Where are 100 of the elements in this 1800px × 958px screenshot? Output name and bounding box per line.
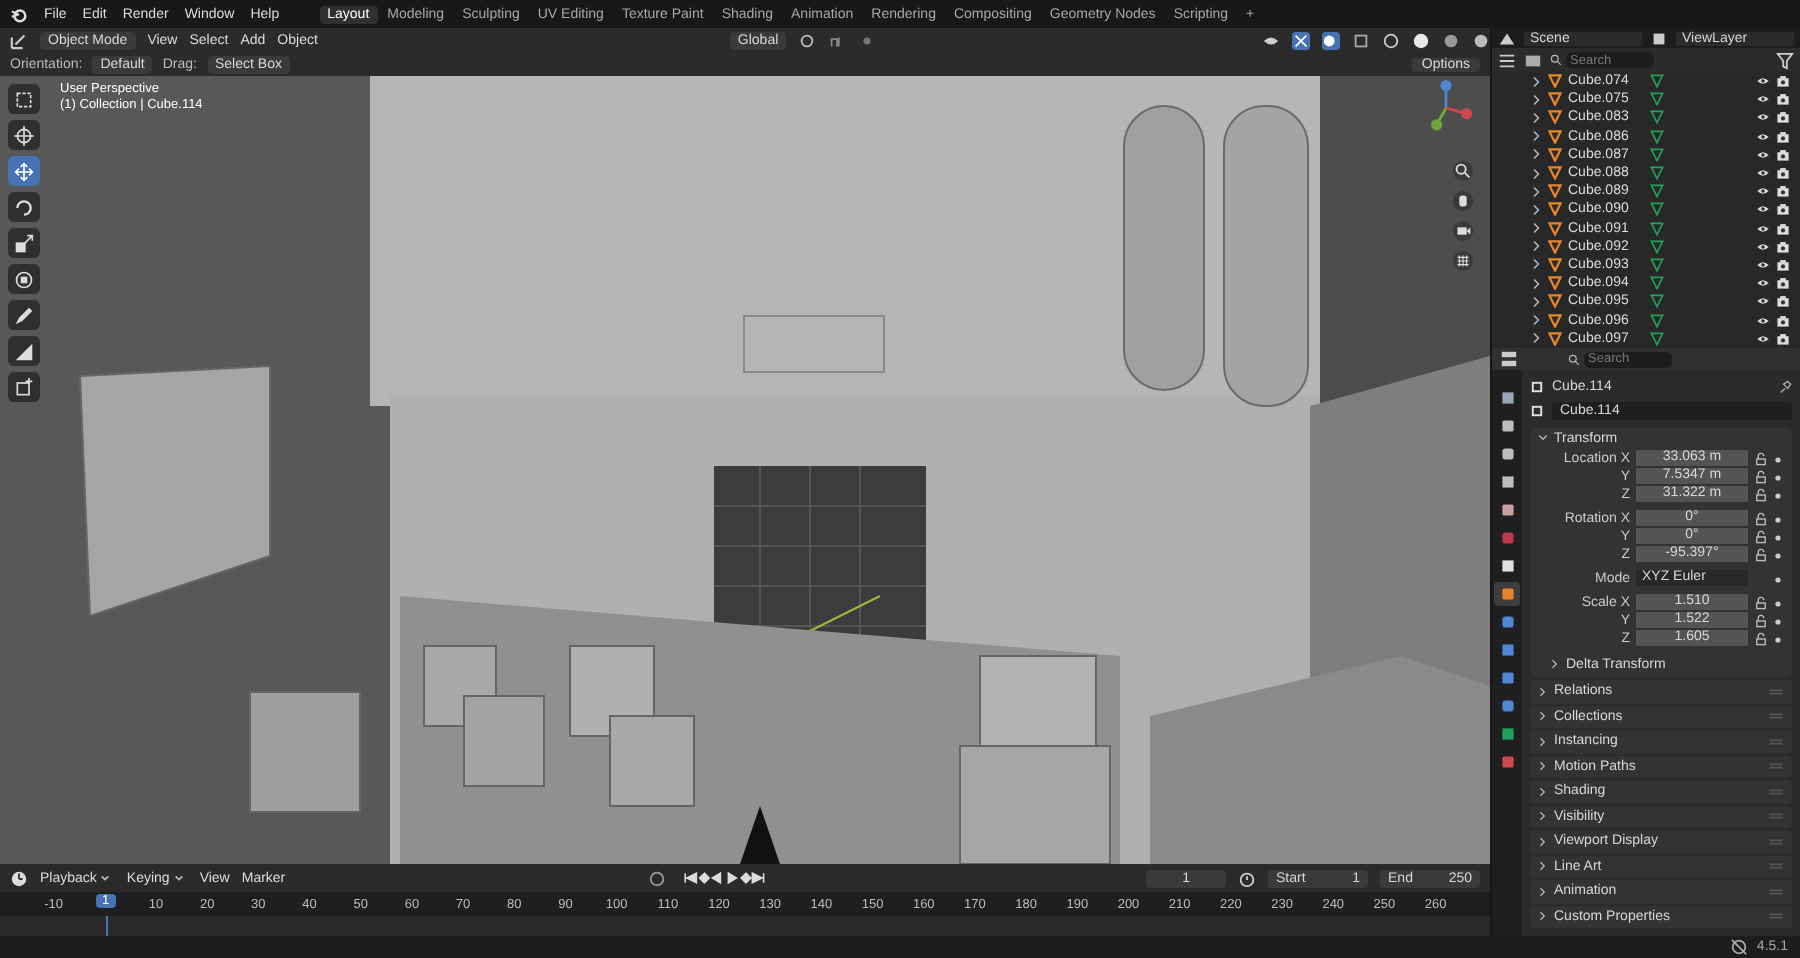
eye-icon[interactable] [1756, 147, 1770, 162]
keyframe-dot-icon[interactable] [1774, 551, 1782, 559]
object-square-icon[interactable] [1530, 404, 1544, 418]
eye-icon[interactable] [1756, 129, 1770, 144]
pin-icon[interactable] [1778, 380, 1792, 394]
drag-handle-icon[interactable] [1768, 762, 1784, 771]
camera-icon[interactable] [1776, 166, 1790, 181]
eye-icon[interactable] [1756, 74, 1770, 89]
eye-icon[interactable] [1756, 331, 1770, 346]
eye-icon[interactable] [1756, 276, 1770, 291]
stopwatch-icon[interactable] [1238, 869, 1257, 887]
keyframe-dot-icon[interactable] [1774, 473, 1782, 481]
camera-icon[interactable] [1776, 184, 1790, 199]
tool-button[interactable] [8, 300, 40, 330]
tool-button[interactable] [8, 192, 40, 222]
eye-icon[interactable] [1756, 184, 1770, 199]
tool-button[interactable] [8, 228, 40, 258]
tool-button[interactable] [8, 372, 40, 402]
lock-icon[interactable] [1754, 452, 1768, 466]
tool-button[interactable] [8, 156, 40, 186]
keyframe-dot-icon[interactable] [1774, 491, 1782, 499]
camera-icon[interactable] [1776, 331, 1790, 346]
keyframe-dot-icon[interactable] [1774, 515, 1782, 523]
lock-icon[interactable] [1754, 596, 1768, 610]
eye-icon[interactable] [1756, 221, 1770, 236]
logo-icon[interactable] [10, 5, 28, 23]
camera-icon[interactable] [1776, 110, 1790, 125]
camera-icon[interactable] [1776, 239, 1790, 254]
tool-button[interactable] [8, 120, 40, 150]
editor-type-icon[interactable] [10, 32, 28, 50]
lock-icon[interactable] [1754, 488, 1768, 502]
drag-handle-icon[interactable] [1768, 787, 1784, 796]
material-shading-icon[interactable] [1442, 32, 1460, 50]
pivot-icon[interactable] [798, 32, 817, 50]
camera-icon[interactable] [1776, 313, 1790, 328]
drag-handle-icon[interactable] [1768, 687, 1784, 696]
eye-icon[interactable] [1756, 92, 1770, 107]
eye-icon[interactable] [1756, 202, 1770, 217]
zoom-icon[interactable] [1452, 160, 1474, 182]
solid-shading-icon[interactable] [1412, 32, 1430, 50]
lock-icon[interactable] [1754, 548, 1768, 562]
keyframe-dot-icon[interactable] [1774, 617, 1782, 625]
crosshair-icon [14, 125, 34, 145]
clock-icon[interactable] [10, 869, 28, 887]
rendered-shading-icon[interactable] [1472, 32, 1490, 50]
editor-type-icon[interactable] [1500, 350, 1518, 368]
scale-icon [14, 233, 34, 253]
drag-handle-icon[interactable] [1768, 737, 1784, 746]
drag-handle-icon[interactable] [1768, 887, 1784, 896]
camera-icon[interactable] [1776, 74, 1790, 89]
record-icon[interactable] [648, 869, 667, 887]
proportional-edit-icon[interactable] [858, 32, 877, 50]
eye-icon[interactable] [1756, 294, 1770, 309]
lock-icon[interactable] [1754, 470, 1768, 484]
keyframe-dot-icon[interactable] [1774, 599, 1782, 607]
tool-button[interactable] [8, 336, 40, 366]
keyframe-dot-icon[interactable] [1774, 575, 1782, 583]
eye-icon[interactable] [1756, 110, 1770, 125]
eye-icon[interactable] [1756, 313, 1770, 328]
drag-handle-icon[interactable] [1768, 837, 1784, 846]
list-icon[interactable] [1498, 51, 1516, 69]
drag-handle-icon[interactable] [1768, 862, 1784, 871]
lock-icon[interactable] [1754, 632, 1768, 646]
camera-icon[interactable] [1776, 147, 1790, 162]
tool-button[interactable] [8, 84, 40, 114]
grid-icon[interactable] [1452, 250, 1474, 272]
overlay-icon[interactable] [1322, 32, 1340, 50]
search-icon [1550, 54, 1562, 66]
drag-handle-icon[interactable] [1768, 712, 1784, 721]
camera-icon[interactable] [1776, 257, 1790, 272]
eye-icon[interactable] [1756, 166, 1770, 181]
keyframe-dot-icon[interactable] [1774, 635, 1782, 643]
xray-icon[interactable] [1352, 32, 1370, 50]
camera-icon[interactable] [1776, 276, 1790, 291]
tool-button[interactable] [8, 264, 40, 294]
object-square-icon [1530, 380, 1544, 394]
filter-icon[interactable] [1776, 51, 1794, 69]
drag-handle-icon[interactable] [1768, 812, 1784, 821]
visibility-icon[interactable] [1262, 32, 1280, 50]
caret-icon [173, 873, 184, 881]
camera-icon[interactable] [1776, 129, 1790, 144]
keyframe-dot-icon[interactable] [1774, 533, 1782, 541]
eye-icon[interactable] [1756, 239, 1770, 254]
eye-icon[interactable] [1756, 257, 1770, 272]
hand-icon[interactable] [1452, 190, 1474, 212]
camera-icon[interactable] [1452, 220, 1474, 242]
ruler-icon [14, 341, 34, 361]
lock-icon[interactable] [1754, 614, 1768, 628]
camera-icon[interactable] [1776, 221, 1790, 236]
camera-icon[interactable] [1776, 202, 1790, 217]
lock-icon[interactable] [1754, 512, 1768, 526]
gizmo-icon[interactable] [1292, 32, 1310, 50]
keyframe-dot-icon[interactable] [1774, 455, 1782, 463]
lock-icon[interactable] [1754, 530, 1768, 544]
wireframe-shading-icon[interactable] [1382, 32, 1400, 50]
display-mode-icon[interactable] [1524, 51, 1542, 69]
camera-icon[interactable] [1776, 92, 1790, 107]
transform-icon [14, 269, 34, 289]
drag-handle-icon[interactable] [1768, 912, 1784, 921]
camera-icon[interactable] [1776, 294, 1790, 309]
